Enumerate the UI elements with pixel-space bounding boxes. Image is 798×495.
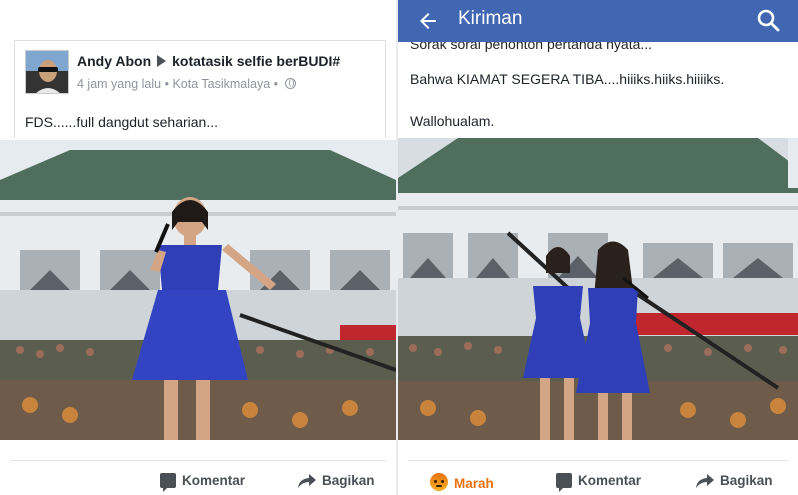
reaction-label: Marah bbox=[454, 476, 494, 491]
post-photo-right[interactable] bbox=[398, 138, 798, 440]
page-title: Kiriman bbox=[458, 8, 523, 29]
post-action-bar-right: Marah Komentar Bagikan bbox=[408, 460, 788, 495]
meta-separator-2: • bbox=[273, 77, 279, 91]
avatar[interactable] bbox=[25, 50, 69, 94]
share-button-right[interactable]: Bagikan bbox=[696, 473, 773, 488]
comment-button[interactable]: Komentar bbox=[160, 473, 246, 492]
back-arrow-icon[interactable] bbox=[416, 9, 440, 33]
post-text-line-2: Wallohualam. bbox=[410, 113, 495, 129]
app-header: Kiriman bbox=[398, 0, 798, 42]
post-action-bar: Komentar Bagikan bbox=[10, 460, 386, 495]
share-label-right: Bagikan bbox=[720, 473, 773, 488]
comment-label: Komentar bbox=[182, 473, 246, 488]
meta-separator: • bbox=[164, 77, 169, 91]
share-icon bbox=[696, 474, 714, 488]
angry-emoji-icon bbox=[430, 473, 448, 491]
author-name[interactable]: Andy Abon bbox=[77, 53, 151, 69]
comment-icon bbox=[160, 473, 176, 492]
comment-icon bbox=[556, 473, 572, 492]
angry-reaction-button[interactable]: Marah bbox=[430, 473, 494, 491]
play-arrow-icon bbox=[157, 55, 167, 67]
share-icon bbox=[298, 474, 316, 488]
share-label: Bagikan bbox=[322, 473, 375, 488]
post-text-line-1: Bahwa KIAMAT SEGERA TIBA....hiiiks.hiiks… bbox=[410, 71, 725, 87]
share-button[interactable]: Bagikan bbox=[298, 473, 375, 488]
post-location[interactable]: Kota Tasikmalaya bbox=[172, 77, 270, 91]
author-line: Andy Abon kotatasik selfie berBUDI# bbox=[77, 53, 340, 69]
left-screenshot-panel: Andy Abon kotatasik selfie berBUDI# 4 jam… bbox=[0, 0, 396, 495]
search-icon[interactable] bbox=[756, 8, 780, 32]
post-time[interactable]: 4 jam yang lalu bbox=[77, 77, 161, 91]
post-text: FDS......full dangdut seharian... bbox=[25, 114, 218, 130]
group-name[interactable]: kotatasik selfie berBUDI# bbox=[172, 53, 340, 69]
post-header: Andy Abon kotatasik selfie berBUDI# 4 jam… bbox=[14, 40, 386, 138]
post-meta: 4 jam yang lalu • Kota Tasikmalaya • bbox=[77, 77, 296, 91]
comment-label-right: Komentar bbox=[578, 473, 642, 488]
comment-button-right[interactable]: Komentar bbox=[556, 473, 642, 492]
globe-icon bbox=[284, 78, 296, 89]
post-photo[interactable] bbox=[0, 140, 396, 440]
